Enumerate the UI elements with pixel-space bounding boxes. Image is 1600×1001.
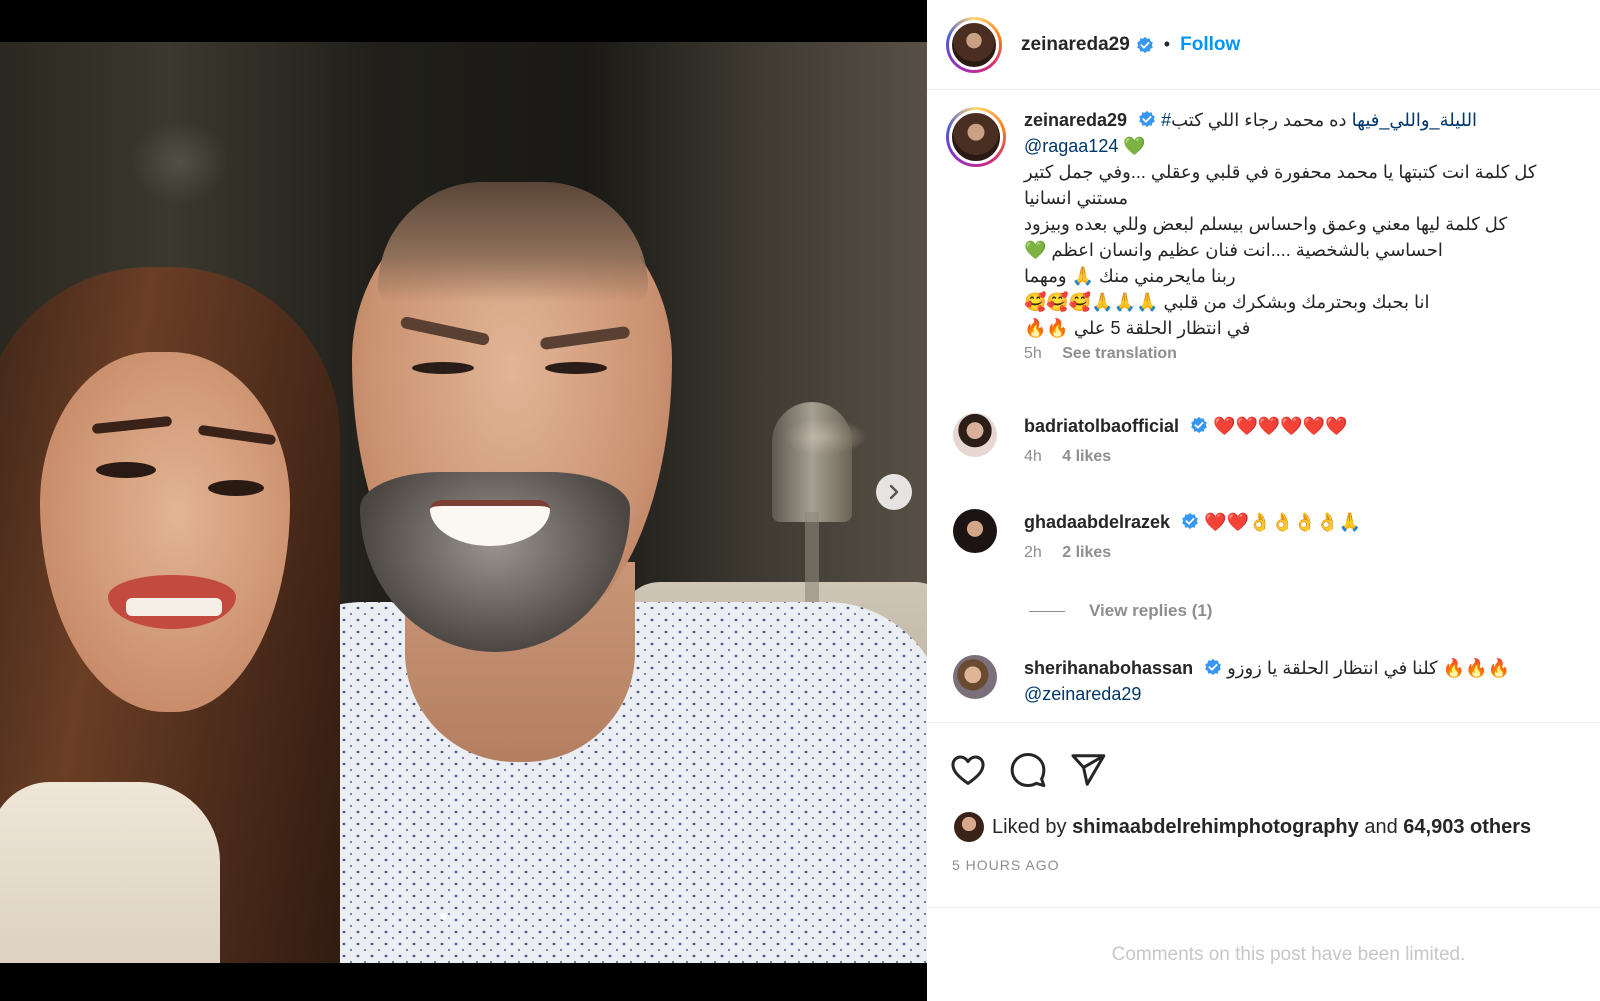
comment-likes[interactable]: 2 likes xyxy=(1062,544,1111,561)
photo-pane xyxy=(0,0,946,1001)
liked-by: Liked by shimaabdelrehimphotography and … xyxy=(954,812,1531,842)
verified-badge-icon xyxy=(1191,416,1207,434)
comment-meta: 4h 4 likes xyxy=(1024,448,1586,466)
liked-by-others[interactable]: 64,903 others xyxy=(1403,816,1531,839)
comment-time: 4h xyxy=(1024,448,1042,465)
author-username[interactable]: zeinareda29 xyxy=(1021,34,1130,56)
commenter-avatar[interactable] xyxy=(953,509,997,553)
comment-item: sherihanabohassan 🔥🔥🔥 كلنا في انتظار الح… xyxy=(946,655,1586,707)
header-separator: • xyxy=(1163,34,1171,54)
caption-body-line: مستني انسانيا xyxy=(1024,188,1129,208)
caption-text: zeinareda29 #الليلة_واللي_فيها ده محمد ر… xyxy=(1024,107,1586,341)
commenter-avatar[interactable] xyxy=(953,655,997,699)
comment-meta: 2h 2 likes xyxy=(1024,544,1586,562)
action-icons xyxy=(949,751,1107,789)
caption-body-line: كل كلمة ليها معني وعمق واحساس بيسلم لبعض… xyxy=(1024,214,1508,234)
liked-by-user[interactable]: shimaabdelrehimphotography xyxy=(1072,816,1359,839)
post-timestamp: 5 HOURS AGO xyxy=(952,857,1060,873)
verified-badge-icon xyxy=(1182,512,1198,530)
author-avatar[interactable] xyxy=(946,16,1002,73)
caption-body-line: ربنا مايحرمني منك 🙏 ومهما xyxy=(1024,266,1236,286)
commenter-avatar[interactable] xyxy=(953,413,997,457)
verified-badge-icon xyxy=(1139,110,1155,128)
caption-body-line: احساسي بالشخصية ....انت فنان عظيم وانسان… xyxy=(1024,240,1443,260)
woman-eye-right xyxy=(208,480,264,496)
caption-body-line: في انتظار الحلقة 5 علي 🔥🔥 xyxy=(1024,318,1251,338)
post-header: zeinareda29 • Follow xyxy=(927,0,1600,90)
share-icon[interactable] xyxy=(1069,751,1107,789)
chevron-right-icon xyxy=(889,485,899,499)
liked-by-and: and xyxy=(1364,815,1398,838)
comment-text: sherihanabohassan 🔥🔥🔥 كلنا في انتظار الح… xyxy=(1024,655,1586,707)
post-details-panel: zeinareda29 • Follow zeinareda29 #الليلة… xyxy=(927,0,1600,1001)
view-replies-button[interactable]: View replies (1) xyxy=(1089,601,1212,621)
man-hair xyxy=(378,182,648,302)
man-eye-right xyxy=(545,362,607,374)
comment-username[interactable]: sherihanabohassan xyxy=(1024,658,1193,678)
comment-icon[interactable] xyxy=(1009,751,1047,789)
man-eye-left xyxy=(412,362,474,374)
post-actions: Liked by shimaabdelrehimphotography and … xyxy=(927,722,1600,907)
comment-content: ❤️❤️❤️❤️❤️❤️ xyxy=(1213,416,1348,436)
woman-eye-left xyxy=(96,462,156,478)
next-photo-button[interactable] xyxy=(876,474,912,510)
liked-by-prefix: Liked by xyxy=(992,815,1067,838)
comments-limited-notice: Comments on this post have been limited. xyxy=(927,907,1600,1001)
caption-time: 5h xyxy=(1024,345,1042,362)
caption-line-1: ده محمد رجاء اللي كتب xyxy=(1171,110,1347,130)
comment-item: ghadaabdelrazek ❤️❤️👌👌👌👌🙏 2h 2 likes xyxy=(946,509,1586,562)
woman-teeth xyxy=(126,598,222,616)
caption-avatar[interactable] xyxy=(946,107,1006,167)
comment-text: ghadaabdelrazek ❤️❤️👌👌👌👌🙏 xyxy=(1024,509,1586,535)
caption-meta: 5h See translation xyxy=(1024,345,1586,363)
liker-avatar[interactable] xyxy=(954,812,984,842)
photo-lamp xyxy=(772,402,852,522)
comment-content: ❤️❤️👌👌👌👌🙏 xyxy=(1204,512,1361,532)
follow-button[interactable]: Follow xyxy=(1180,34,1240,56)
verified-badge-icon xyxy=(1205,658,1221,676)
comment-time: 2h xyxy=(1024,544,1042,561)
see-translation-button[interactable]: See translation xyxy=(1062,345,1177,362)
verified-badge-icon xyxy=(1136,36,1153,53)
comment-mention[interactable]: @zeinareda29 xyxy=(1024,684,1141,704)
comment-item: badriatolbaofficial ❤️❤️❤️❤️❤️❤️ 4h 4 li… xyxy=(946,413,1586,466)
caption-mention[interactable]: @ragaa124 xyxy=(1024,136,1118,156)
carousel-indicator-dot xyxy=(440,913,447,920)
caption: zeinareda29 #الليلة_واللي_فيها ده محمد ر… xyxy=(946,107,1586,363)
comment-text: badriatolbaofficial ❤️❤️❤️❤️❤️❤️ xyxy=(1024,413,1586,439)
comments-list[interactable]: zeinareda29 #الليلة_واللي_فيها ده محمد ر… xyxy=(927,91,1600,721)
comment-username[interactable]: ghadaabdelrazek xyxy=(1024,512,1170,532)
caption-body-line: انا بحبك وبحترمك وبشكرك من قلبي 🙏🙏🙏🥰🥰🥰 xyxy=(1024,292,1430,312)
post-photo[interactable] xyxy=(0,42,946,963)
caption-mention-emoji: 💚 xyxy=(1123,136,1146,156)
comment-likes[interactable]: 4 likes xyxy=(1062,448,1111,465)
caption-username[interactable]: zeinareda29 xyxy=(1024,110,1127,130)
comment-username[interactable]: badriatolbaofficial xyxy=(1024,416,1179,436)
woman-top xyxy=(0,782,220,963)
comment-content: 🔥🔥🔥 كلنا في انتظار الحلقة يا زوزو xyxy=(1227,658,1510,678)
heart-icon[interactable] xyxy=(949,751,987,789)
caption-body-line: كل كلمة انت كتبتها يا محمد محفورة في قلب… xyxy=(1024,162,1537,182)
